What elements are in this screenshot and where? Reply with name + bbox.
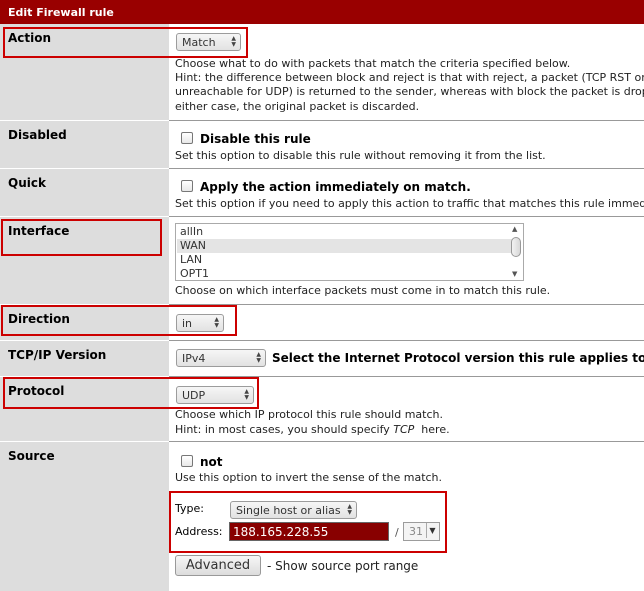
- source-type-label: Type:: [175, 502, 204, 515]
- disabled-label: Disabled: [0, 121, 169, 168]
- source-mask-select[interactable]: 31 ▼: [403, 522, 440, 541]
- action-row: Action Match ▲ ▼ Choose what to do with p…: [0, 24, 644, 120]
- action-help-2: Hint: the difference between block and r…: [175, 71, 644, 84]
- disabled-help: Set this option to disable this rule wit…: [175, 149, 546, 162]
- quick-label: Quick: [0, 169, 169, 216]
- tcpip-help: Select the Internet Protocol version thi…: [272, 351, 644, 365]
- protocol-hint-emphasis: TCP: [393, 423, 415, 436]
- action-help-4: either case, the original packet is disc…: [175, 100, 420, 113]
- protocol-row: Protocol UDP ▲ ▼ Choose which IP protocol…: [0, 377, 644, 441]
- tcpip-select[interactable]: IPv4 ▲ ▼: [176, 349, 266, 367]
- protocol-help-2: Hint: in most cases, you should specify …: [175, 422, 450, 437]
- action-help-3: unreachable for UDP) is returned to the …: [175, 85, 644, 98]
- interface-label: Interface: [0, 217, 169, 304]
- source-address-input[interactable]: 188.165.228.55: [229, 522, 389, 541]
- quick-checkbox[interactable]: [181, 180, 193, 192]
- action-help-1: Choose what to do with packets that matc…: [175, 57, 571, 70]
- protocol-label: Protocol: [0, 377, 169, 441]
- mask-slash: /: [395, 526, 399, 539]
- disable-rule-checkbox-label[interactable]: Disable this rule: [200, 132, 311, 146]
- action-select[interactable]: Match ▲ ▼: [176, 33, 241, 51]
- source-type-select[interactable]: Single host or alias ▲ ▼: [230, 501, 357, 519]
- protocol-hint-text: Hint: in most cases, you should specify: [175, 423, 394, 436]
- source-type-value: Single host or alias: [236, 504, 341, 517]
- protocol-hint-suffix: here.: [414, 423, 450, 436]
- scroll-thumb[interactable]: [511, 237, 521, 257]
- spinner-arrows-icon: ▲ ▼: [214, 316, 219, 329]
- scroll-up-icon[interactable]: ▲: [512, 226, 517, 233]
- tcpip-label: TCP/IP Version: [0, 341, 169, 376]
- direction-select[interactable]: in ▲ ▼: [176, 314, 224, 332]
- disabled-row: Disabled Disable this rule Set this opti…: [0, 121, 644, 168]
- chevron-down-icon[interactable]: ▼: [426, 523, 438, 538]
- protocol-select[interactable]: UDP ▲ ▼: [176, 386, 254, 404]
- interface-listbox[interactable]: allIn WAN LAN OPT1 ▲ ▼: [175, 223, 524, 281]
- direction-select-value: in: [182, 317, 193, 330]
- spinner-arrows-icon: ▲ ▼: [347, 503, 352, 516]
- interface-help: Choose on which interface packets must c…: [175, 284, 551, 297]
- panel-header: Edit Firewall rule: [0, 0, 644, 24]
- quick-checkbox-label[interactable]: Apply the action immediately on match.: [200, 180, 471, 194]
- protocol-select-value: UDP: [182, 389, 206, 402]
- source-label: Source: [0, 442, 169, 591]
- source-row: Source not Use this option to invert the…: [0, 442, 644, 591]
- interface-row: Interface allIn WAN LAN OPT1 ▲ ▼ Choose …: [0, 217, 644, 304]
- source-not-checkbox[interactable]: [181, 455, 193, 467]
- interface-scrollbar[interactable]: ▲ ▼: [511, 225, 522, 279]
- tcpip-select-value: IPv4: [182, 352, 206, 365]
- scroll-down-icon[interactable]: ▼: [512, 271, 517, 278]
- source-help: Use this option to invert the sense of t…: [175, 471, 443, 484]
- action-select-value: Match: [182, 36, 216, 49]
- interface-option[interactable]: LAN: [177, 253, 513, 267]
- disable-rule-checkbox[interactable]: [181, 132, 193, 144]
- quick-help: Set this option if you need to apply thi…: [175, 197, 644, 210]
- interface-option-selected[interactable]: WAN: [177, 239, 513, 253]
- spinner-arrows-icon: ▲ ▼: [244, 388, 249, 401]
- action-label: Action: [0, 24, 169, 120]
- panel-title: Edit Firewall rule: [8, 6, 114, 19]
- spinner-arrows-icon: ▲ ▼: [231, 35, 236, 48]
- interface-option[interactable]: allIn: [177, 225, 513, 239]
- source-not-label[interactable]: not: [200, 455, 223, 469]
- direction-row: Direction in ▲ ▼: [0, 305, 644, 340]
- tcpip-row: TCP/IP Version IPv4 ▲ ▼ Select the Intern…: [0, 341, 644, 376]
- spinner-arrows-icon: ▲ ▼: [256, 351, 261, 364]
- direction-label: Direction: [0, 305, 169, 340]
- quick-row: Quick Apply the action immediately on ma…: [0, 169, 644, 216]
- source-address-label: Address:: [175, 525, 223, 538]
- advanced-help: - Show source port range: [267, 559, 419, 573]
- protocol-help-1: Choose which IP protocol this rule shoul…: [175, 408, 443, 421]
- advanced-button[interactable]: Advanced: [175, 555, 261, 576]
- interface-option[interactable]: OPT1: [177, 267, 513, 280]
- source-mask-value: 31: [409, 525, 423, 538]
